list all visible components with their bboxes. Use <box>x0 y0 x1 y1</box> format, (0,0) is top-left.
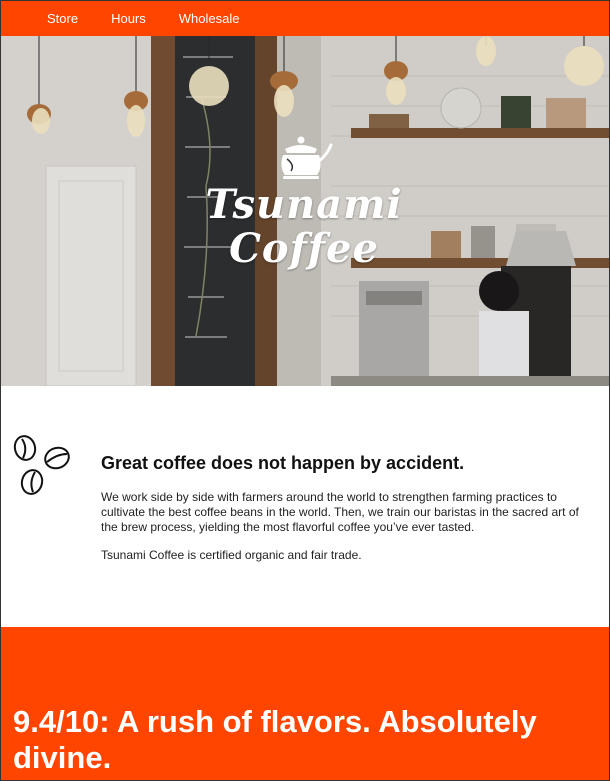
nav-link-store[interactable]: Store <box>47 11 78 26</box>
top-nav: Store Hours Wholesale <box>1 1 609 36</box>
intro-paragraph: We work side by side with farmers around… <box>101 490 579 534</box>
kettle-icon <box>281 136 333 179</box>
hero-logo: Tsunami Coffee <box>199 131 409 291</box>
intro-headline: Great coffee does not happen by accident… <box>101 453 465 473</box>
page-frame: Store Hours Wholesale Tsunami Coffee Gre… <box>0 0 610 781</box>
nav-link-wholesale[interactable]: Wholesale <box>179 11 240 26</box>
coffee-beans-icon <box>13 435 70 495</box>
hero-banner: Tsunami Coffee <box>1 36 609 386</box>
hero-logo-text: Tsunami Coffee <box>205 181 403 272</box>
intro-section: Great coffee does not happen by accident… <box>1 386 609 627</box>
review-quote: 9.4/10: A rush of flavors. Absolutely di… <box>13 704 537 775</box>
review-banner: 9.4/10: A rush of flavors. Absolutely di… <box>1 627 609 780</box>
nav-link-hours[interactable]: Hours <box>111 11 146 26</box>
certification-text: Tsunami Coffee is certified organic and … <box>101 548 362 562</box>
